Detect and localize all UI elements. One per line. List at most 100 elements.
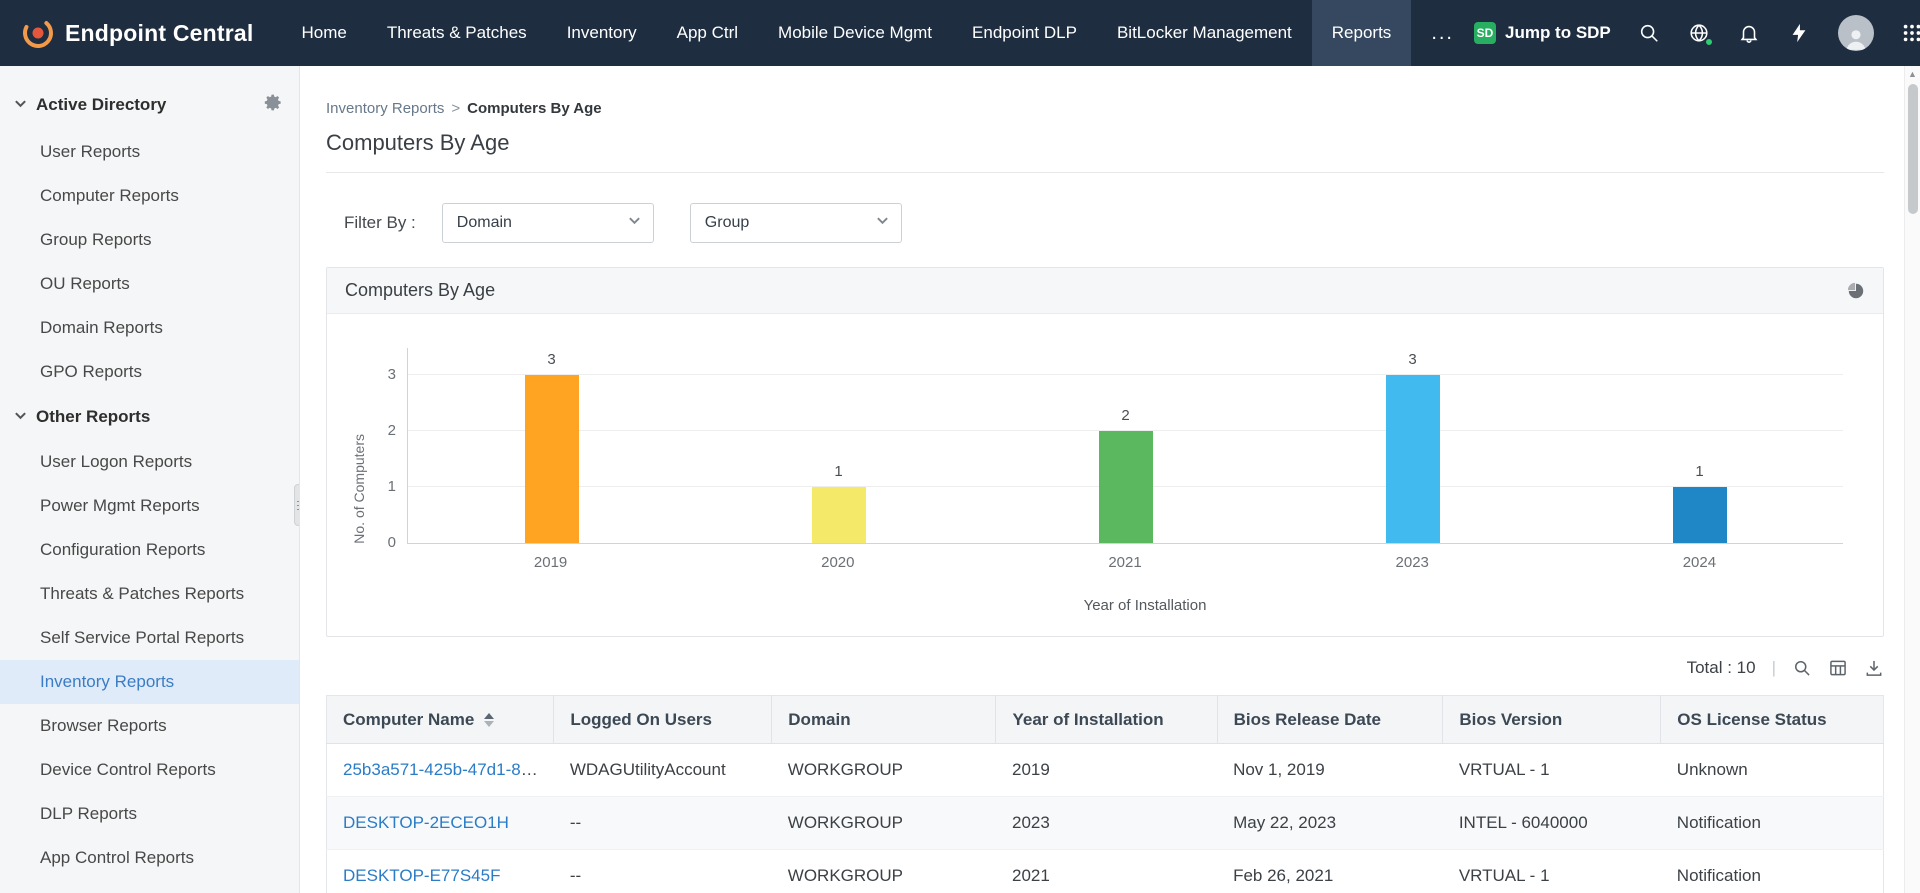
bar-value-label: 3 — [547, 351, 555, 368]
avatar[interactable] — [1838, 15, 1874, 51]
table-cell: Notification — [1661, 797, 1884, 850]
table-cell: Unknown — [1661, 744, 1884, 797]
bar-2023[interactable]: 3 — [1386, 375, 1440, 543]
bar-value-label: 1 — [1695, 463, 1703, 480]
table-cell: 2021 — [996, 850, 1217, 893]
group-filter-dropdown[interactable]: Group — [690, 203, 902, 243]
column-header-domain[interactable]: Domain — [772, 696, 996, 744]
x-tick-2024: 2024 — [1556, 554, 1843, 571]
export-icon[interactable] — [1864, 658, 1884, 678]
computer-name-link[interactable]: DESKTOP-E77S45F — [343, 866, 500, 885]
status-dot — [1705, 38, 1713, 46]
sidebar-item-inventory-reports[interactable]: Inventory Reports — [0, 660, 299, 704]
jump-to-sdp-button[interactable]: SD Jump to SDP — [1474, 22, 1611, 44]
top-navigation: Endpoint Central HomeThreats & PatchesIn… — [0, 0, 1920, 66]
breadcrumb-parent-link[interactable]: Inventory Reports — [326, 100, 444, 117]
breadcrumb-current: Computers By Age — [467, 100, 601, 117]
topnav-item-home[interactable]: Home — [281, 0, 366, 66]
column-chooser-icon[interactable] — [1828, 658, 1848, 678]
bar-slot-2023: 3 — [1269, 348, 1556, 543]
bars-row: 3 1 2 3 1 — [408, 348, 1843, 543]
sort-icons[interactable] — [484, 713, 494, 727]
column-header-os-license-status[interactable]: OS License Status — [1661, 696, 1884, 744]
bell-icon[interactable] — [1738, 22, 1761, 45]
sidebar-item-user-logon-reports[interactable]: User Logon Reports — [0, 440, 299, 484]
bar-value-label: 2 — [1121, 407, 1129, 424]
globe-icon[interactable] — [1688, 22, 1711, 45]
apps-grid-icon[interactable] — [1901, 22, 1920, 45]
computer-name-link[interactable]: DESKTOP-2ECEO1H — [343, 813, 509, 832]
vertical-scrollbar[interactable]: ▲ — [1904, 66, 1920, 893]
bar-chart: No. of Computers 31231 0123 201920202021… — [327, 314, 1883, 636]
flash-icon[interactable] — [1788, 22, 1811, 45]
breadcrumb: Inventory Reports > Computers By Age — [326, 100, 1884, 117]
sidebar-item-ou-reports[interactable]: OU Reports — [0, 262, 299, 306]
chevron-down-icon — [876, 214, 889, 232]
topnav-item-app-ctrl[interactable]: App Ctrl — [657, 0, 758, 66]
breadcrumb-separator: > — [451, 100, 460, 117]
scrollbar-up-arrow[interactable]: ▲ — [1905, 66, 1920, 82]
column-header-bios-version[interactable]: Bios Version — [1443, 696, 1661, 744]
bar-2021[interactable]: 2 — [1099, 431, 1153, 543]
chart-panel: Computers By Age No. of Computers 31231 … — [326, 267, 1884, 637]
table-search-icon[interactable] — [1792, 658, 1812, 678]
total-count-label: Total : 10 — [1687, 658, 1756, 678]
bar-slot-2020: 1 — [695, 348, 982, 543]
column-header-logged-on-users[interactable]: Logged On Users — [554, 696, 772, 744]
sidebar-item-gpo-reports[interactable]: GPO Reports — [0, 350, 299, 394]
chart-type-pie-icon[interactable] — [1847, 282, 1865, 300]
topnav-more-button[interactable]: ... — [1411, 0, 1474, 66]
brand-name: Endpoint Central — [65, 20, 253, 47]
sidebar-item-app-control-reports[interactable]: App Control Reports — [0, 836, 299, 880]
topnav-item-endpoint-dlp[interactable]: Endpoint DLP — [952, 0, 1097, 66]
sidebar-item-configuration-reports[interactable]: Configuration Reports — [0, 528, 299, 572]
title-divider — [326, 172, 1884, 173]
column-header-bios-release-date[interactable]: Bios Release Date — [1217, 696, 1443, 744]
sidebar-item-device-control-reports[interactable]: Device Control Reports — [0, 748, 299, 792]
topnav-item-mobile-device-mgmt[interactable]: Mobile Device Mgmt — [758, 0, 952, 66]
sidebar-section-other-reports[interactable]: Other Reports — [0, 394, 299, 440]
computer-name-cell: DESKTOP-2ECEO1H — [327, 797, 554, 850]
table-cell: VRTUAL - 1 — [1443, 850, 1661, 893]
bar-slot-2024: 1 — [1556, 348, 1843, 543]
bar-2024[interactable]: 1 — [1673, 487, 1727, 543]
bar-2019[interactable]: 3 — [525, 375, 579, 543]
topnav-item-threats-patches[interactable]: Threats & Patches — [367, 0, 547, 66]
brand[interactable]: Endpoint Central — [0, 0, 281, 66]
sidebar-item-power-mgmt-reports[interactable]: Power Mgmt Reports — [0, 484, 299, 528]
sidebar-item-threats-patches-reports[interactable]: Threats & Patches Reports — [0, 572, 299, 616]
table-cell: -- — [554, 850, 772, 893]
bar-2020[interactable]: 1 — [812, 487, 866, 543]
sidebar-section-active-directory[interactable]: Active Directory — [0, 80, 299, 130]
bar-value-label: 1 — [834, 463, 842, 480]
computer-name-link[interactable]: 25b3a571-425b-47d1-86... — [343, 760, 544, 779]
chevron-down-icon — [628, 214, 641, 232]
search-icon[interactable] — [1638, 22, 1661, 45]
sidebar-item-user-reports[interactable]: User Reports — [0, 130, 299, 174]
column-header-year-of-installation[interactable]: Year of Installation — [996, 696, 1217, 744]
table-cell: WDAGUtilityAccount — [554, 744, 772, 797]
main-content: Inventory Reports > Computers By Age Com… — [300, 66, 1904, 893]
topnav-item-bitlocker-management[interactable]: BitLocker Management — [1097, 0, 1312, 66]
topnav-item-reports[interactable]: Reports — [1312, 0, 1412, 66]
toolbar-separator: | — [1772, 658, 1776, 678]
scrollbar-thumb[interactable] — [1908, 84, 1918, 214]
topnav-item-inventory[interactable]: Inventory — [547, 0, 657, 66]
chevron-down-icon — [14, 95, 27, 115]
table-cell: WORKGROUP — [772, 850, 996, 893]
y-axis-label: No. of Computers — [351, 434, 367, 544]
table-cell: Notification — [1661, 850, 1884, 893]
y-tick-label: 1 — [388, 479, 396, 494]
computers-table: Computer NameLogged On UsersDomainYear o… — [326, 695, 1884, 893]
sidebar-item-self-service-portal-reports[interactable]: Self Service Portal Reports — [0, 616, 299, 660]
sidebar-section-title: Active Directory — [36, 95, 166, 115]
sidebar-item-group-reports[interactable]: Group Reports — [0, 218, 299, 262]
column-header-computer-name[interactable]: Computer Name — [327, 696, 554, 744]
sidebar-item-browser-reports[interactable]: Browser Reports — [0, 704, 299, 748]
sidebar-item-computer-reports[interactable]: Computer Reports — [0, 174, 299, 218]
sidebar-item-dlp-reports[interactable]: DLP Reports — [0, 792, 299, 836]
domain-filter-dropdown[interactable]: Domain — [442, 203, 654, 243]
sidebar-item-domain-reports[interactable]: Domain Reports — [0, 306, 299, 350]
gear-icon[interactable] — [264, 93, 283, 117]
chevron-down-icon — [14, 407, 27, 427]
